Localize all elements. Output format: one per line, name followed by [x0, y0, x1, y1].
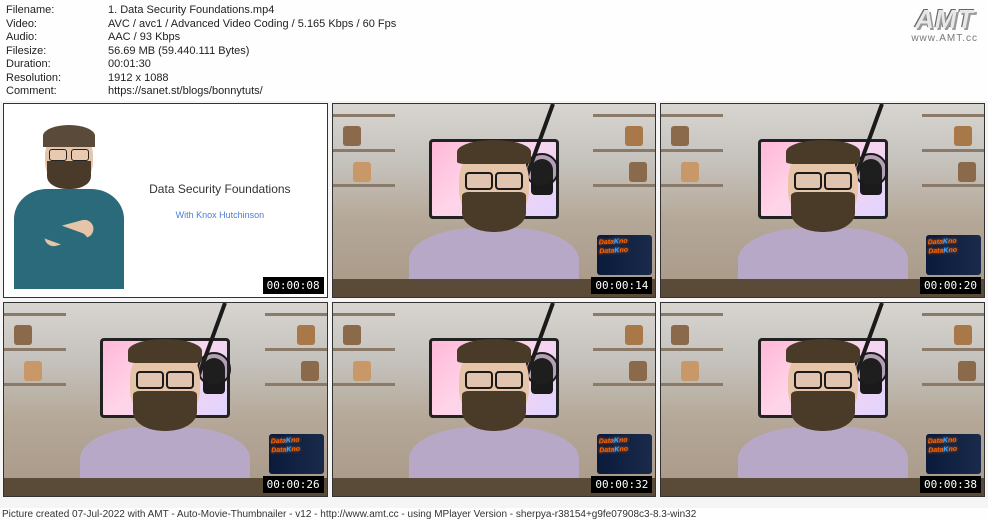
meta-resolution: Resolution: 1912 x 1088: [6, 72, 982, 86]
meta-value: 1912 x 1088: [108, 72, 982, 86]
meta-value: 1. Data Security Foundations.mp4: [108, 4, 982, 18]
meta-value: https://sanet.st/blogs/bonnytuts/: [108, 85, 982, 99]
person-figure: [9, 127, 129, 297]
metadata-header: Filename: 1. Data Security Foundations.m…: [0, 0, 988, 101]
thumbnail-scene: DataKnoDataKno: [661, 104, 984, 297]
meta-label: Video:: [6, 18, 108, 32]
meta-value: AVC / avc1 / Advanced Video Coding / 5.1…: [108, 18, 982, 32]
meta-label: Resolution:: [6, 72, 108, 86]
thumbnail: DataKnoDataKno 00:00:32: [332, 302, 657, 497]
logo-text: AMT: [911, 4, 978, 35]
person-figure: [75, 341, 255, 497]
thumbnail: DataKnoDataKno 00:00:38: [660, 302, 985, 497]
thumbnail: Data Security Foundations With Knox Hutc…: [3, 103, 328, 298]
meta-label: Filesize:: [6, 45, 108, 59]
thumbnail-grid: Data Security Foundations With Knox Hutc…: [0, 101, 988, 499]
meta-duration: Duration: 00:01:30: [6, 58, 982, 72]
meta-filesize: Filesize: 56.69 MB (59.440.111 Bytes): [6, 45, 982, 59]
person-figure: [404, 142, 584, 298]
meta-value: 56.69 MB (59.440.111 Bytes): [108, 45, 982, 59]
timestamp-badge: 00:00:26: [263, 476, 324, 493]
thumbnail: DataKnoDataKno 00:00:20: [660, 103, 985, 298]
timestamp-badge: 00:00:14: [591, 277, 652, 294]
person-figure: [733, 341, 913, 497]
meta-filename: Filename: 1. Data Security Foundations.m…: [6, 4, 982, 18]
meta-label: Filename:: [6, 4, 108, 18]
slide-title: Data Security Foundations: [149, 182, 290, 196]
timestamp-badge: 00:00:08: [263, 277, 324, 294]
thumbnail: DataKnoDataKno 00:00:14: [332, 103, 657, 298]
timestamp-badge: 00:00:38: [920, 476, 981, 493]
meta-audio: Audio: AAC / 93 Kbps: [6, 31, 982, 45]
meta-label: Comment:: [6, 85, 108, 99]
meta-value: 00:01:30: [108, 58, 982, 72]
meta-label: Audio:: [6, 31, 108, 45]
thumbnail-scene: DataKnoDataKno: [333, 104, 656, 297]
meta-value: AAC / 93 Kbps: [108, 31, 982, 45]
amt-logo: AMT www.AMT.cc: [911, 4, 978, 44]
logo-url: www.AMT.cc: [911, 33, 978, 44]
thumbnail-scene: DataKnoDataKno: [4, 303, 327, 496]
person-figure: [733, 142, 913, 298]
thumbnail: DataKnoDataKno 00:00:26: [3, 302, 328, 497]
person-figure: [404, 341, 584, 497]
timestamp-badge: 00:00:20: [920, 277, 981, 294]
thumbnail-scene: DataKnoDataKno: [333, 303, 656, 496]
slide-subtitle: With Knox Hutchinson: [176, 210, 265, 220]
meta-label: Duration:: [6, 58, 108, 72]
thumbnail-scene: DataKnoDataKno: [661, 303, 984, 496]
footer-text: Picture created 07-Jul-2022 with AMT - A…: [0, 508, 988, 521]
meta-video: Video: AVC / avc1 / Advanced Video Codin…: [6, 18, 982, 32]
timestamp-badge: 00:00:32: [591, 476, 652, 493]
thumbnail-scene: Data Security Foundations With Knox Hutc…: [4, 104, 327, 297]
meta-comment: Comment: https://sanet.st/blogs/bonnytut…: [6, 85, 982, 99]
